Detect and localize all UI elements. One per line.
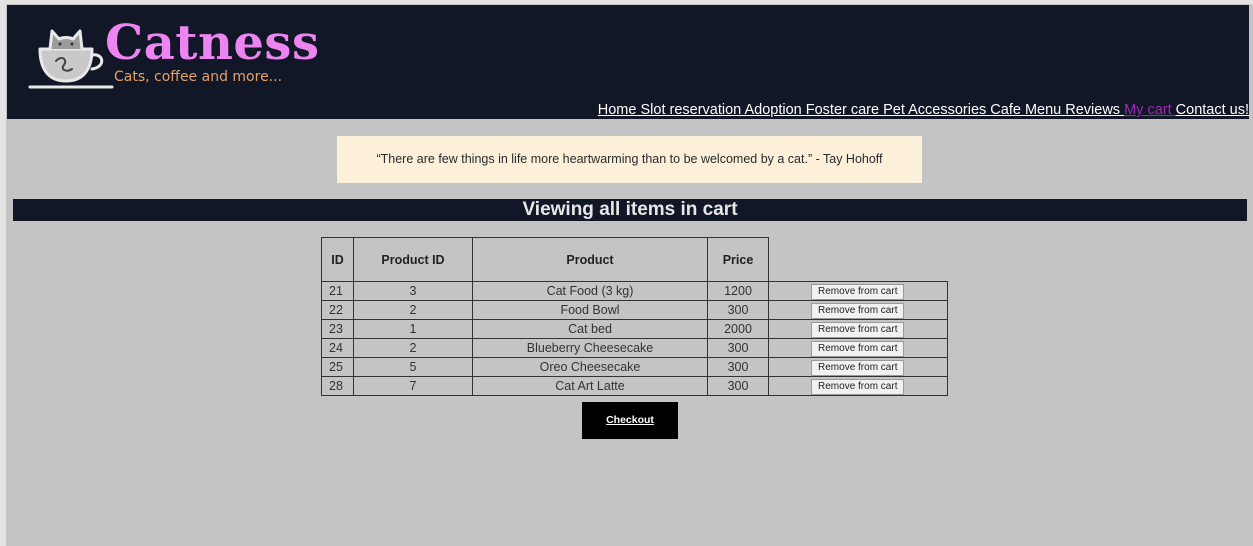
cell-product: Cat Art Latte	[472, 376, 708, 396]
quote-banner: “There are few things in life more heart…	[337, 136, 922, 183]
nav-home[interactable]: Home	[598, 102, 641, 118]
cell-id: 22	[321, 300, 354, 320]
cell-product-id: 2	[353, 338, 473, 358]
cell-product-id: 2	[353, 300, 473, 320]
column-header-product: Product	[472, 237, 708, 282]
page-title: Viewing all items in cart	[13, 199, 1247, 221]
cell-id: 24	[321, 338, 354, 358]
column-header-price: Price	[707, 237, 769, 282]
cell-product-id: 1	[353, 319, 473, 339]
cell-product: Oreo Cheesecake	[472, 357, 708, 377]
nav-adoption[interactable]: Adoption	[744, 102, 805, 118]
main-nav: Home Slot reservation Adoption Foster ca…	[598, 101, 1249, 119]
cell-action: Remove from cart	[768, 357, 948, 377]
cell-product-id: 5	[353, 357, 473, 377]
cell-action: Remove from cart	[768, 319, 948, 339]
nav-reviews[interactable]: Reviews	[1065, 102, 1124, 118]
brand-title: Catness	[105, 15, 320, 71]
cell-price: 300	[707, 338, 769, 358]
nav-cafe-menu[interactable]: Cafe Menu	[990, 102, 1065, 118]
cell-price: 300	[707, 357, 769, 377]
site-header: Catness Cats, coffee and more... Home Sl…	[7, 5, 1249, 119]
cell-product: Blueberry Cheesecake	[472, 338, 708, 358]
cart-table: ID Product ID Product Price 21 3 Cat Foo…	[321, 237, 948, 396]
table-row: 24 2 Blueberry Cheesecake 300 Remove fro…	[321, 338, 948, 358]
table-row: 22 2 Food Bowl 300 Remove from cart	[321, 300, 948, 320]
cell-id: 21	[321, 281, 354, 301]
cell-price: 2000	[707, 319, 769, 339]
cell-price: 1200	[707, 281, 769, 301]
nav-pet-accessories[interactable]: Pet Accessories	[883, 102, 990, 118]
table-row: 28 7 Cat Art Latte 300 Remove from cart	[321, 376, 948, 396]
cell-price: 300	[707, 376, 769, 396]
column-header-product-id: Product ID	[353, 237, 473, 282]
cell-product: Cat Food (3 kg)	[472, 281, 708, 301]
cell-id: 25	[321, 357, 354, 377]
remove-from-cart-button[interactable]: Remove from cart	[811, 321, 905, 338]
remove-from-cart-button[interactable]: Remove from cart	[811, 302, 905, 319]
cart-header-row: ID Product ID Product Price	[321, 237, 947, 282]
brand-tagline: Cats, coffee and more...	[114, 69, 283, 85]
cell-action: Remove from cart	[768, 300, 948, 320]
table-row: 25 5 Oreo Cheesecake 300 Remove from car…	[321, 357, 948, 377]
checkout-button[interactable]: Checkout	[582, 402, 678, 439]
nav-contact-us[interactable]: Contact us!	[1176, 102, 1249, 118]
cell-action: Remove from cart	[768, 376, 948, 396]
nav-foster-care[interactable]: Foster care	[806, 102, 883, 118]
cell-product: Cat bed	[472, 319, 708, 339]
nav-slot-reservation[interactable]: Slot reservation	[640, 102, 744, 118]
cell-product-id: 3	[353, 281, 473, 301]
cell-product: Food Bowl	[472, 300, 708, 320]
column-header-actions	[768, 237, 947, 282]
cell-action: Remove from cart	[768, 281, 948, 301]
nav-my-cart[interactable]: My cart	[1124, 102, 1176, 118]
table-row: 21 3 Cat Food (3 kg) 1200 Remove from ca…	[321, 281, 948, 301]
cell-action: Remove from cart	[768, 338, 948, 358]
table-row: 23 1 Cat bed 2000 Remove from cart	[321, 319, 948, 339]
cell-id: 23	[321, 319, 354, 339]
cell-id: 28	[321, 376, 354, 396]
cat-in-coffee-cup-icon	[28, 29, 114, 89]
remove-from-cart-button[interactable]: Remove from cart	[811, 378, 905, 395]
column-header-id: ID	[321, 237, 354, 282]
remove-from-cart-button[interactable]: Remove from cart	[811, 359, 905, 376]
remove-from-cart-button[interactable]: Remove from cart	[811, 283, 905, 300]
cell-price: 300	[707, 300, 769, 320]
remove-from-cart-button[interactable]: Remove from cart	[811, 340, 905, 357]
cell-product-id: 7	[353, 376, 473, 396]
